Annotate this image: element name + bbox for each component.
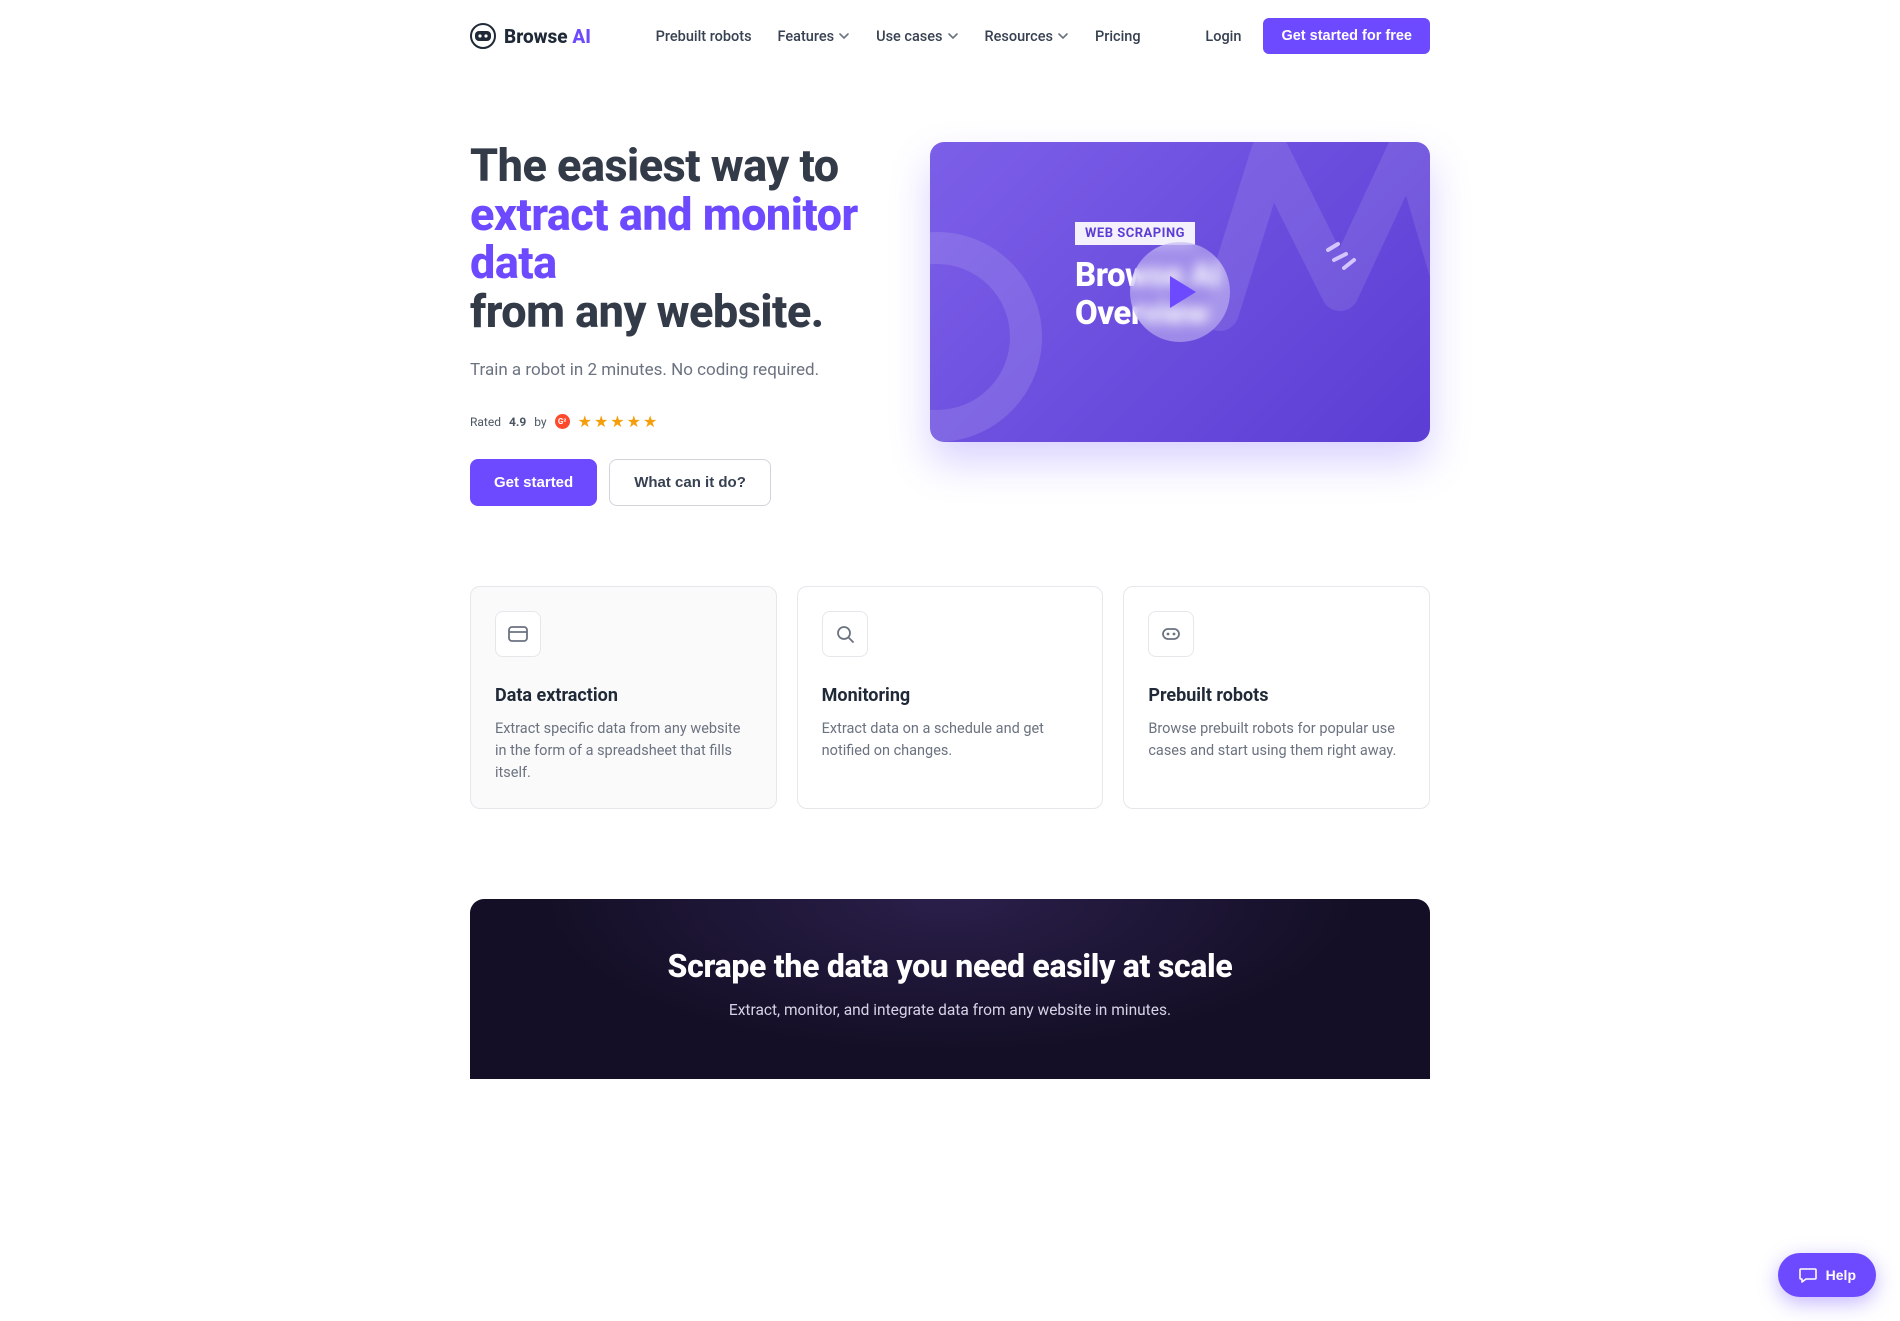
hero-subtitle: Train a robot in 2 minutes. No coding re… <box>470 360 880 380</box>
logo[interactable]: Browse AI <box>470 23 591 49</box>
data-extraction-icon <box>495 611 541 657</box>
nav-prebuilt-robots[interactable]: Prebuilt robots <box>656 28 752 45</box>
stars-icon: ★★★★★ <box>578 412 658 431</box>
hero-buttons: Get started What can it do? <box>470 459 880 506</box>
brand-second: AI <box>572 25 591 48</box>
feature-card-monitoring[interactable]: Monitoring Extract data on a schedule an… <box>797 586 1104 808</box>
help-button[interactable]: Help <box>1778 1253 1876 1297</box>
brand-first: Browse <box>504 25 568 48</box>
chevron-down-icon <box>1057 30 1069 42</box>
get-started-button[interactable]: Get started <box>470 459 597 506</box>
hero-video[interactable]: WEB SCRAPING Browse AI Overview <box>930 142 1430 442</box>
feature-title: Data extraction <box>495 685 752 706</box>
feature-title: Prebuilt robots <box>1148 685 1405 706</box>
play-icon <box>1170 276 1196 308</box>
nav-resources[interactable]: Resources <box>985 28 1069 45</box>
what-can-it-do-button[interactable]: What can it do? <box>609 459 771 506</box>
chat-icon <box>1798 1265 1818 1285</box>
cta-subtitle: Extract, monitor, and integrate data fro… <box>510 1001 1390 1019</box>
nav-features[interactable]: Features <box>778 28 851 45</box>
nav-pricing[interactable]: Pricing <box>1095 28 1141 45</box>
hero-title: The easiest way to extract and monitor d… <box>470 142 880 336</box>
hero-section: The easiest way to extract and monitor d… <box>470 72 1430 556</box>
header-actions: Login Get started for free <box>1205 18 1430 54</box>
nav-use-cases[interactable]: Use cases <box>876 28 958 45</box>
sparkle-icon <box>1324 236 1362 270</box>
features-row: Data extraction Extract specific data fr… <box>470 556 1430 868</box>
feature-card-data-extraction[interactable]: Data extraction Extract specific data fr… <box>470 586 777 808</box>
feature-desc: Extract specific data from any website i… <box>495 718 752 783</box>
feature-desc: Browse prebuilt robots for popular use c… <box>1148 718 1405 762</box>
robot-icon <box>1148 611 1194 657</box>
feature-card-prebuilt-robots[interactable]: Prebuilt robots Browse prebuilt robots f… <box>1123 586 1430 808</box>
monitoring-icon <box>822 611 868 657</box>
main-nav: Prebuilt robots Features Use cases Resou… <box>656 28 1141 45</box>
get-started-free-button[interactable]: Get started for free <box>1263 18 1430 54</box>
header: Browse AI Prebuilt robots Features Use c… <box>470 0 1430 72</box>
hero-left: The easiest way to extract and monitor d… <box>470 142 880 506</box>
rating-row: Rated 4.9 by G² ★★★★★ <box>470 412 880 431</box>
feature-desc: Extract data on a schedule and get notif… <box>822 718 1079 762</box>
cta-title: Scrape the data you need easily at scale <box>510 947 1390 985</box>
chevron-down-icon <box>838 30 850 42</box>
login-link[interactable]: Login <box>1205 28 1241 45</box>
video-bg-m-icon <box>1210 142 1430 332</box>
logo-mark-icon <box>470 23 496 49</box>
cta-section: Scrape the data you need easily at scale… <box>470 899 1430 1079</box>
feature-title: Monitoring <box>822 685 1079 706</box>
g2-icon: G² <box>555 414 570 429</box>
video-bg-decoration-icon <box>930 232 1042 442</box>
chevron-down-icon <box>947 30 959 42</box>
play-button[interactable] <box>1130 242 1230 342</box>
